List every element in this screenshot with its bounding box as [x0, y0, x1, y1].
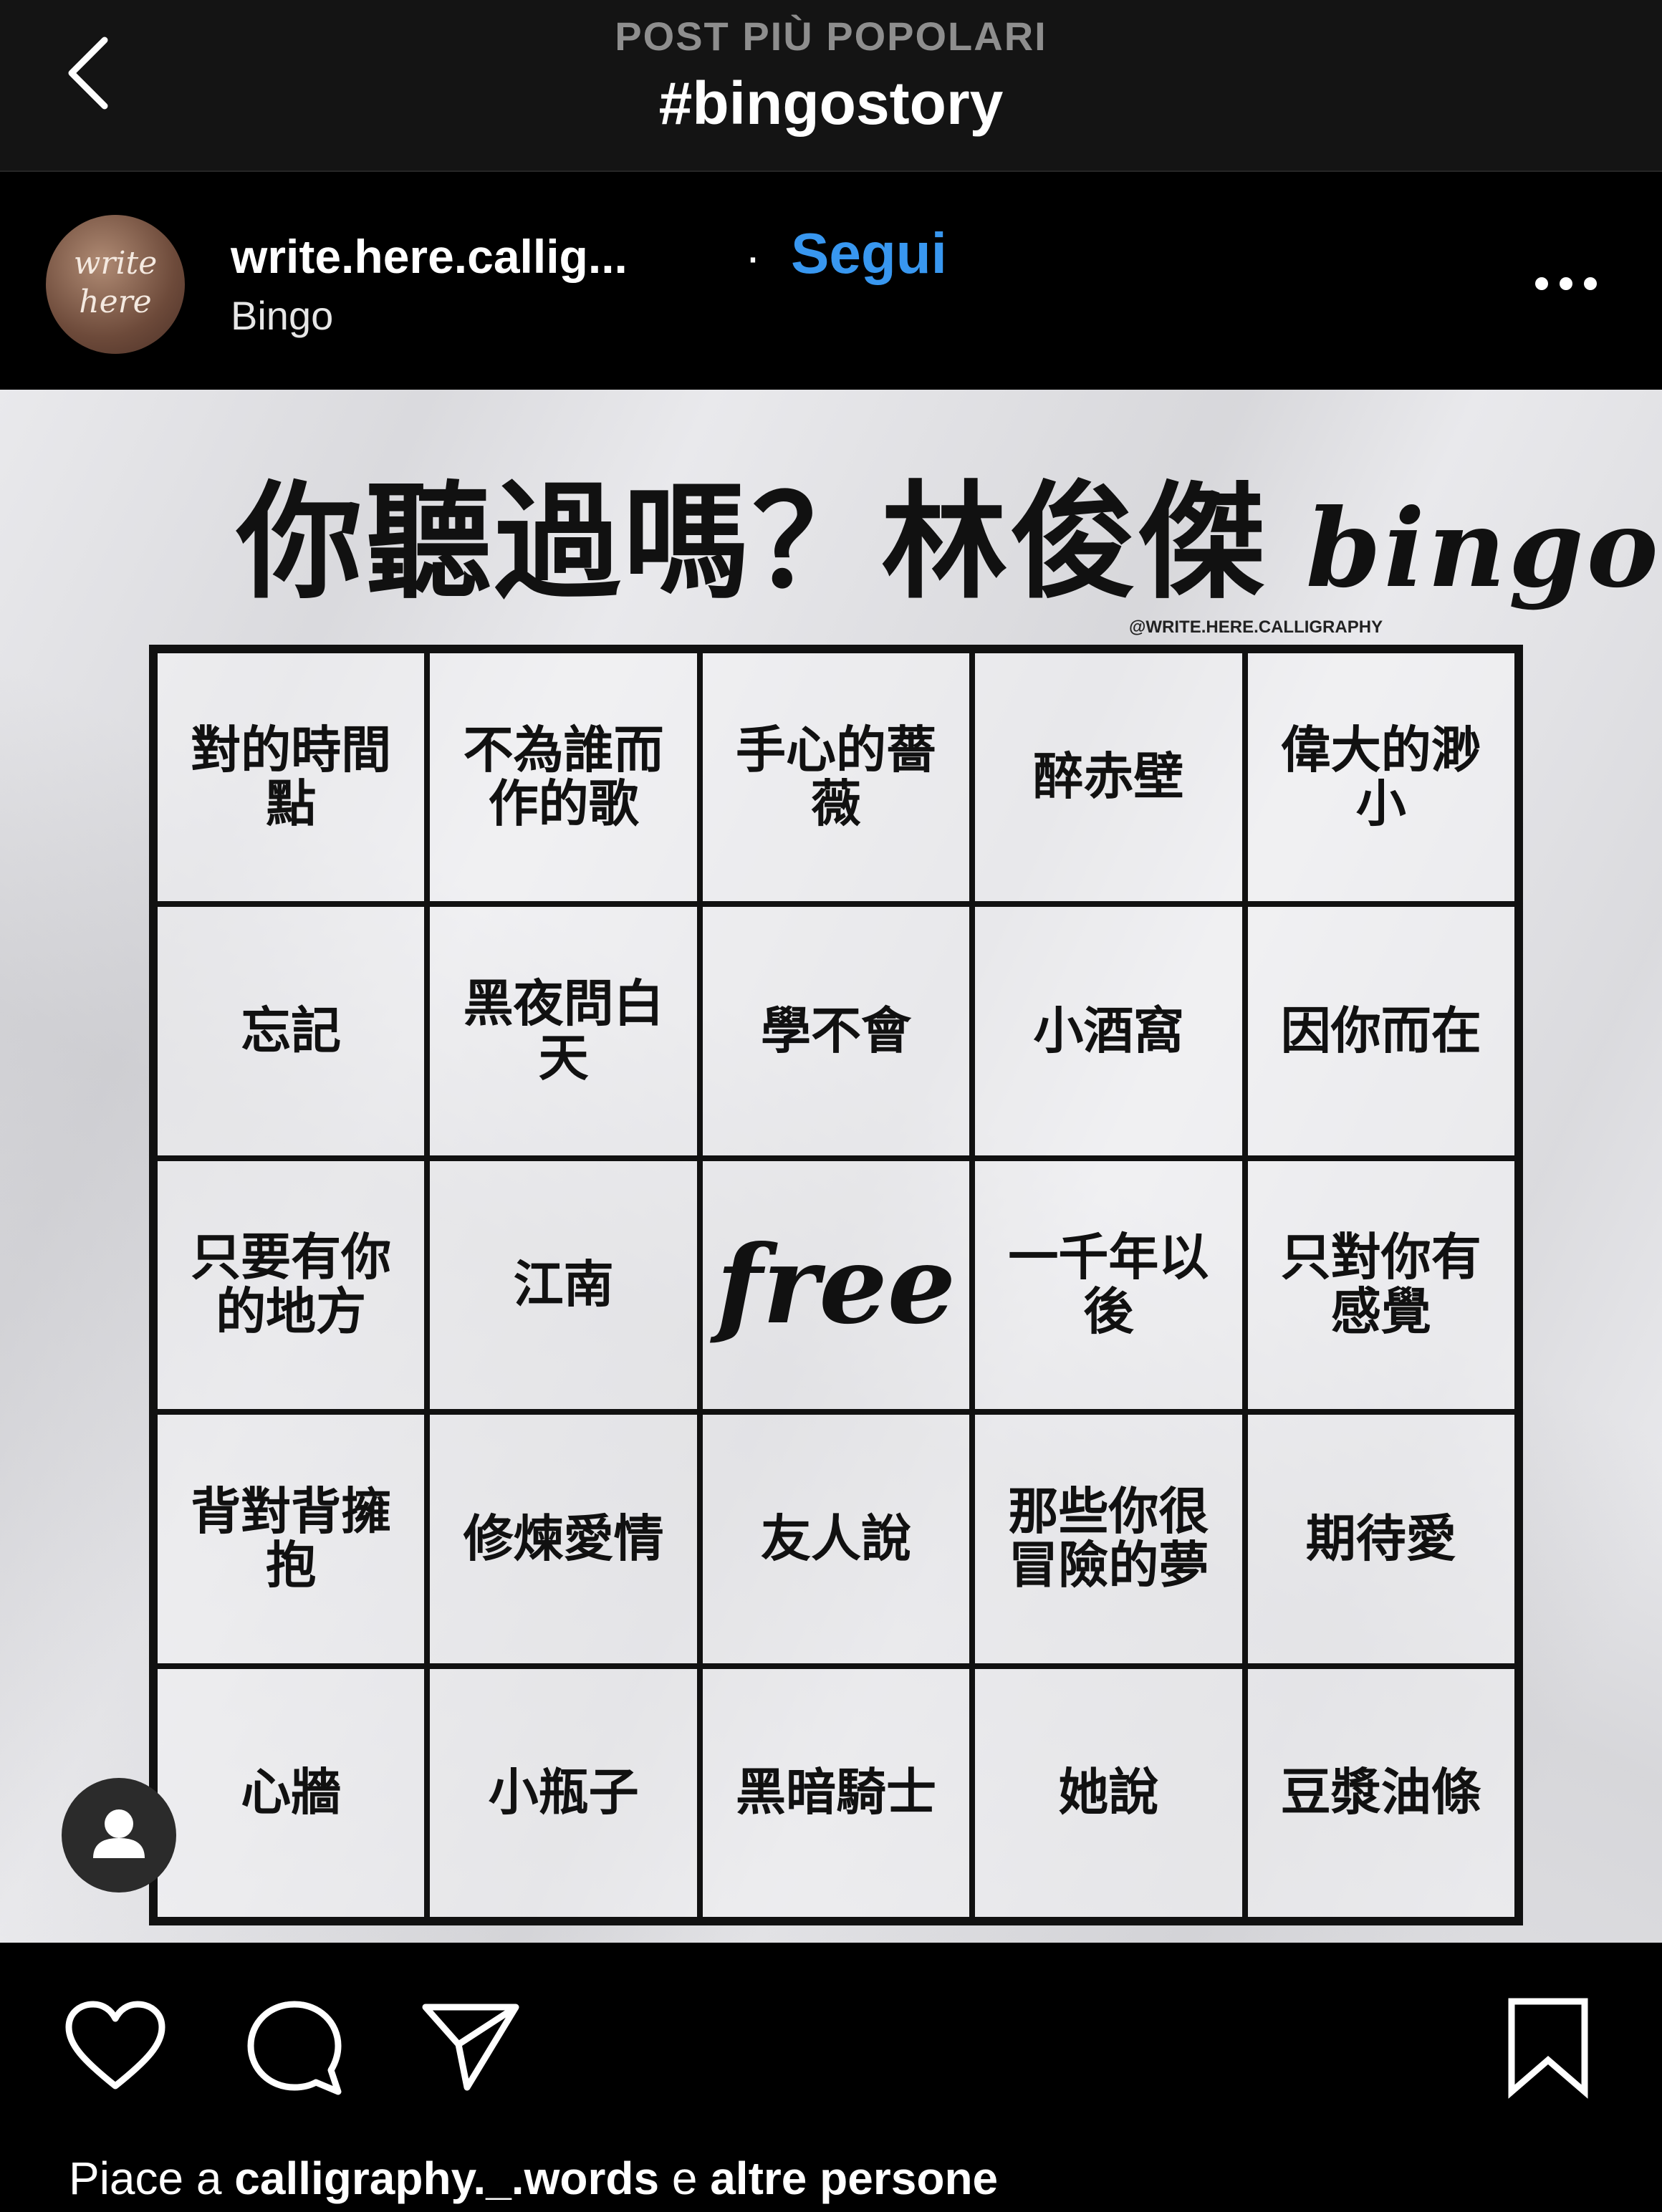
bingo-cell: 黑夜問白天: [427, 904, 700, 1158]
bingo-cell: 不為誰而作的歌: [427, 650, 700, 905]
follow-button[interactable]: Segui: [791, 221, 947, 287]
likes-mid: e: [659, 2153, 711, 2204]
bingo-cell: 期待愛: [1244, 1412, 1517, 1666]
top-nav-bar: POST PIÙ POPOLARI #bingostory: [0, 0, 1662, 172]
bingo-cell: 江南: [427, 1158, 700, 1413]
page-title: #bingostory: [658, 69, 1004, 137]
user-silhouette-icon: [93, 1809, 145, 1858]
bingo-cell: 學不會: [699, 904, 973, 1158]
bingo-title-latin: bingo: [1305, 486, 1661, 612]
bingo-cell: 小酒窩: [972, 904, 1245, 1158]
location-link[interactable]: Bingo: [231, 292, 333, 339]
bingo-title-chinese: 你聽過嗎？林俊傑: [236, 473, 1269, 613]
post-image[interactable]: 你聽過嗎？林俊傑 bingo @WRITE.HERE.CALLIGRAPHY 對…: [0, 390, 1662, 1943]
send-icon[interactable]: [417, 1997, 524, 2095]
bingo-grid: 對的時間點 不為誰而作的歌 手心的薔薇 醉赤壁 偉大的渺小 忘記 黑夜問白天 學…: [149, 645, 1523, 1925]
bingo-cell: 對的時間點: [155, 650, 428, 905]
avatar[interactable]: write here: [46, 215, 185, 354]
more-horizontal-icon[interactable]: [1532, 271, 1600, 297]
post-header: write here write.here.callig... · Segui …: [0, 172, 1662, 388]
avatar-text-here: here: [79, 284, 152, 320]
bingo-cell: 醉赤壁: [972, 650, 1245, 905]
post-actions: Piace a calligraphy._.words e altre pers…: [0, 1943, 1662, 2212]
bingo-cell: 一千年以後: [972, 1158, 1245, 1413]
bingo-cell: 手心的薔薇: [699, 650, 973, 905]
bingo-cell: 只要有你的地方: [155, 1158, 428, 1413]
bingo-cell: 因你而在: [1244, 904, 1517, 1158]
comment-icon[interactable]: [241, 1996, 348, 2103]
likes-user-link[interactable]: calligraphy._.words: [234, 2153, 659, 2204]
bingo-cell: 只對你有感覺: [1244, 1158, 1517, 1413]
bingo-cell: 背對背擁抱: [155, 1412, 428, 1666]
bingo-cell: 小瓶子: [427, 1665, 700, 1920]
nav-subtitle: POST PIÙ POPOLARI: [615, 14, 1047, 59]
bingo-title: 你聽過嗎？林俊傑 bingo: [236, 440, 1661, 622]
bingo-cell: 心牆: [155, 1665, 428, 1920]
heart-icon[interactable]: [62, 1997, 169, 2095]
bingo-cell: 她說: [972, 1665, 1245, 1920]
separator-dot: ·: [745, 230, 761, 283]
bingo-cell: 豆漿油條: [1244, 1665, 1517, 1920]
bingo-cell: 那些你很冒險的夢: [972, 1412, 1245, 1666]
bookmark-icon[interactable]: [1494, 1993, 1602, 2100]
bingo-cell: 黑暗騎士: [699, 1665, 973, 1920]
avatar-text-write: write: [73, 245, 158, 282]
bingo-cell-free: free: [699, 1158, 973, 1413]
user-tag-icon[interactable]: [62, 1778, 176, 1893]
watermark: @WRITE.HERE.CALLIGRAPHY: [1129, 617, 1383, 637]
likes-summary[interactable]: Piace a calligraphy._.words e altre pers…: [69, 2152, 998, 2205]
bingo-cell: 友人說: [699, 1412, 973, 1666]
username-link[interactable]: write.here.callig...: [231, 229, 628, 284]
likes-others-link[interactable]: altre persone: [710, 2153, 998, 2204]
bingo-cell: 偉大的渺小: [1244, 650, 1517, 905]
likes-prefix: Piace a: [69, 2153, 235, 2204]
bingo-cell: 修煉愛情: [427, 1412, 700, 1666]
bingo-cell: 忘記: [155, 904, 428, 1158]
